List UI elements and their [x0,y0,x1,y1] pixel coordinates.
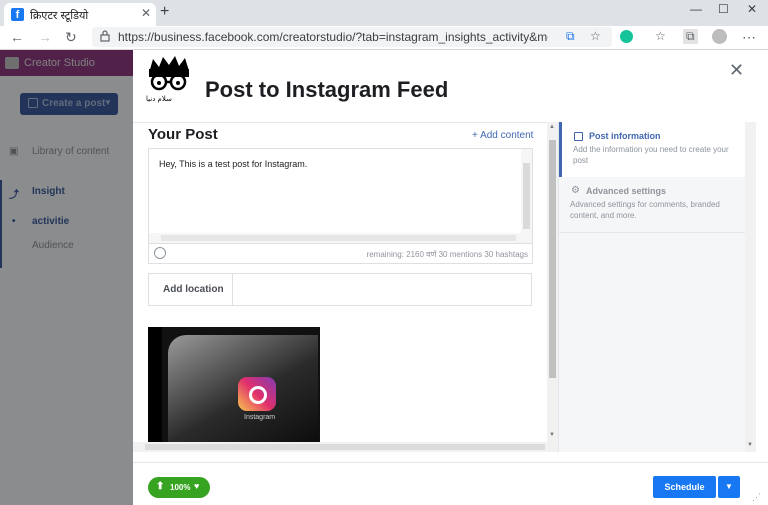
grammarly-extension-icon[interactable] [620,30,633,43]
browser-toolbar: ← → ↻ https://business.facebook.com/crea… [0,26,768,50]
tab-close-icon[interactable]: ✕ [141,6,151,20]
emoji-icon[interactable] [154,247,166,259]
post-image[interactable]: Instagram [148,327,320,443]
post-editor-area: Your Post + Add content Hey, This is a t… [133,122,558,443]
document-icon [574,132,583,141]
close-icon[interactable]: ✕ [729,60,744,81]
profile-avatar-icon[interactable] [712,29,727,44]
advanced-settings-heading: Advanced settings [586,186,667,196]
post-information-section[interactable]: Post information Add the information you… [559,122,746,177]
resize-grip-icon[interactable]: ⋰ [752,492,761,503]
scrollbar-thumb[interactable] [161,235,516,241]
editor-horizontal-scrollbar[interactable] [133,442,558,452]
location-field[interactable]: Add location [148,273,532,306]
caption-textarea[interactable]: Hey, This is a test post for Instagram. … [148,148,533,264]
progress-text: 100% [170,483,191,492]
heart-icon: ♥ [194,481,200,491]
window-close-button[interactable]: ✕ [747,2,757,16]
collections-icon[interactable]: ⧉ [683,29,698,44]
translate-icon[interactable]: ⧉ [566,29,575,44]
scrollbar-thumb[interactable] [145,444,545,450]
browser-tab[interactable]: f क्रिएटर स्टूडियो ✕ [4,3,156,26]
tab-title: क्रिएटर स्टूडियो [30,10,89,22]
favorites-icon[interactable]: ☆ [655,29,666,43]
url-text: https://business.facebook.com/creatorstu… [118,30,548,44]
back-arrow-icon[interactable]: ← [10,29,24,45]
scroll-down-icon[interactable]: ▼ [747,442,753,448]
dialog-footer: ⬆ 100% ♥ Schedule ▼ [133,462,768,505]
address-bar[interactable]: https://business.facebook.com/creatorstu… [92,27,612,47]
forward-arrow-icon[interactable]: → [38,29,52,45]
instagram-logo-icon [238,377,276,411]
image-border [148,327,162,443]
maximize-button[interactable]: ☐ [718,2,729,16]
editor-vertical-scrollbar[interactable]: ▲ ▼ [547,122,558,442]
schedule-button[interactable]: Schedule [653,476,716,498]
minimize-button[interactable]: — [690,2,702,16]
caption-vertical-scrollbar[interactable] [521,149,532,243]
reload-icon[interactable]: ↻ [65,29,77,46]
scroll-down-icon[interactable]: ▼ [549,432,555,438]
post-information-heading: Post information [589,131,661,141]
gear-icon: ⚙ [571,185,580,196]
advanced-settings-desc: Advanced settings for comments, branded … [570,200,720,220]
remaining-count: remaining: 2160 वर्ण 30 mentions 30 hash… [366,250,528,259]
facebook-favicon-icon: f [11,8,24,21]
add-location-label: Add location [163,284,224,295]
post-information-desc: Add the information you need to create y… [573,145,729,165]
divider [232,274,233,305]
caption-horizontal-scrollbar[interactable] [149,233,532,243]
more-menu-icon[interactable]: ⋯ [742,29,756,46]
dialog-title: Post to Instagram Feed [205,77,449,102]
advanced-settings-section[interactable]: ⚙ Advanced settings Advanced settings fo… [559,178,746,233]
caption-footer: remaining: 2160 वर्ण 30 mentions 30 hash… [149,243,532,263]
caption-text: Hey, This is a test post for Instagram. [159,159,308,169]
schedule-options-chevron-icon[interactable]: ▼ [718,476,740,498]
avatar-caption: سلام دنیا [146,95,172,103]
lock-icon [100,30,110,42]
your-post-heading: Your Post [148,126,218,143]
upload-arrow-icon: ⬆ [156,481,165,492]
panel-scrollbar[interactable]: ▼ [745,122,756,452]
instagram-wordmark: Instagram [244,414,276,421]
browser-tab-bar: f क्रिएटर स्टूडियो ✕ + — ☐ ✕ [0,0,768,26]
dialog-header: سلام دنیا Post to Instagram Feed ✕ [133,50,768,122]
add-content-link[interactable]: + Add content [472,130,533,141]
new-tab-button[interactable]: + [160,3,169,21]
scrollbar-thumb[interactable] [549,140,556,378]
scrollbar-thumb[interactable] [523,163,530,229]
post-dialog: سلام دنیا Post to Instagram Feed ✕ Your … [133,50,768,505]
favorite-star-icon[interactable]: ☆ [590,29,601,43]
settings-panel: Post information Add the information you… [558,122,746,452]
scroll-up-icon[interactable]: ▲ [549,124,555,130]
upload-progress-badge[interactable]: ⬆ 100% ♥ [148,477,210,498]
